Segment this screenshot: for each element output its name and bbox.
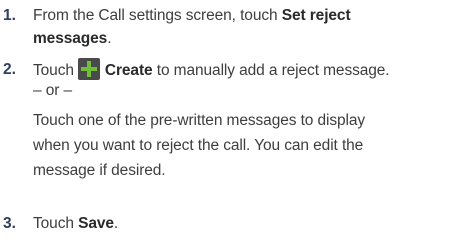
step-1-text: From the Call settings screen, touch <box>33 7 282 24</box>
step-2-create: Create <box>104 62 153 79</box>
step-2-para-line-1: Touch one of the pre-written messages to… <box>33 112 366 129</box>
step-1-bold-1: Set reject <box>281 7 351 24</box>
step-1-line-2: messages. <box>33 29 112 49</box>
step-3-save: Save <box>78 215 114 232</box>
step-3-line-1: Touch Save. <box>33 214 118 234</box>
step-2-line-1: Touch Create to manually add a reject mes… <box>33 58 390 81</box>
step-3-number: 3. <box>3 215 16 232</box>
step-3-period: . <box>113 215 119 232</box>
step-1-bold-2: messages <box>33 30 108 47</box>
plus-icon <box>77 58 100 80</box>
step-2-para-line-3: message if desired. <box>33 162 166 179</box>
step-3-touch: Touch <box>33 215 79 232</box>
step-1-number: 1. <box>3 7 16 24</box>
instructions-document: 1. From the Call settings screen, touch … <box>0 0 461 244</box>
step-2-number: 2. <box>3 61 16 78</box>
step-2-para-line-2: when you want to reject the call. You ca… <box>33 137 364 154</box>
step-1-period: . <box>107 30 112 47</box>
step-1-line-1: From the Call settings screen, touch Set… <box>33 6 351 26</box>
step-2-rest: to manually add a reject message. <box>152 62 390 79</box>
step-2-or: – or – <box>33 82 73 99</box>
step-2-touch: Touch <box>33 62 74 79</box>
